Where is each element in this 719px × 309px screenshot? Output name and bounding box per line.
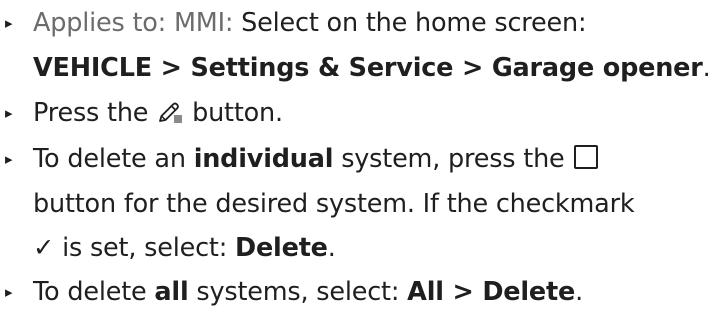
path-separator: > <box>453 53 492 83</box>
path-vehicle: VEHICLE <box>33 53 152 83</box>
step-3-line-3: ✓ is set, select: Delete. <box>33 231 336 265</box>
step-3-bold-individual: individual <box>193 144 334 174</box>
step-3-after: system, press the <box>333 144 573 174</box>
period: . <box>575 277 584 307</box>
delete-label: Delete <box>235 233 328 263</box>
path-garage-opener: Garage opener <box>491 53 703 83</box>
step-2-line: ▸ Press the button. <box>0 96 283 130</box>
checkmark-icon: ✓ <box>33 233 55 263</box>
step-3-before: To delete an <box>33 144 194 174</box>
period: . <box>702 53 711 83</box>
applies-to-prefix: Applies to: MMI: <box>33 8 234 38</box>
step-4-mid: systems, select: <box>188 277 408 307</box>
period: . <box>327 233 336 263</box>
delete-label: Delete <box>482 277 576 307</box>
step-4-line: ▸ To delete all systems, select: All > De… <box>0 275 583 309</box>
step-3-line-2: button for the desired system. If the ch… <box>33 189 635 219</box>
step-2-after: button. <box>184 98 283 128</box>
path-separator: > <box>443 277 483 307</box>
step-3-line-1: ▸ To delete an individual system, press t… <box>0 142 599 176</box>
bullet-icon: ▸ <box>5 104 13 122</box>
step-2-before: Press the <box>33 98 157 128</box>
edit-icon <box>156 99 184 125</box>
step-1-line-1: ▸ Applies to: MMI: Select on the home scr… <box>0 6 587 40</box>
step-4-bold-all: all <box>154 277 189 307</box>
bullet-icon: ▸ <box>5 150 13 168</box>
path-separator: > <box>151 53 191 83</box>
bullet-icon: ▸ <box>5 14 13 32</box>
checkbox-icon <box>574 145 599 169</box>
path-settings-service: Settings & Service <box>190 53 454 83</box>
instruction-list: ▸ Applies to: MMI: Select on the home scr… <box>0 0 719 309</box>
step-4-before: To delete <box>33 277 155 307</box>
step-1-line-2: VEHICLE > Settings & Service > Garage op… <box>33 51 711 85</box>
step-1-text: Select on the home screen: <box>233 8 587 38</box>
step-3-mid: is set, select: <box>54 233 235 263</box>
all-label: All <box>407 277 444 307</box>
bullet-icon: ▸ <box>5 283 13 301</box>
